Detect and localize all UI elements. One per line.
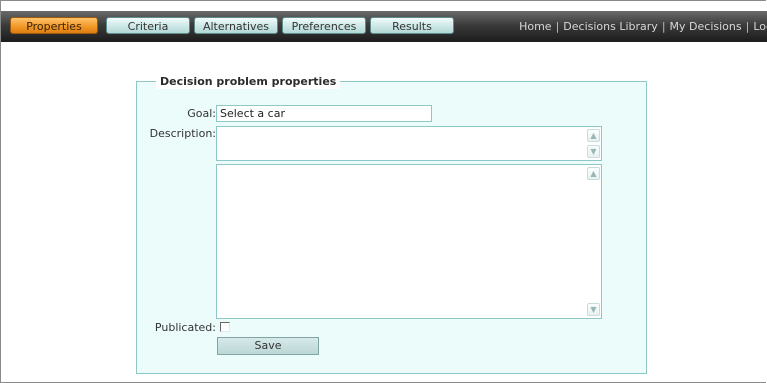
scroll-up-icon[interactable]: ▲	[587, 129, 600, 142]
link-separator: |	[555, 20, 560, 33]
description-label: Description:	[149, 127, 216, 140]
fieldset-legend: Decision problem properties	[156, 75, 341, 89]
top-navbar: Properties Criteria Alternatives Prefere…	[1, 11, 767, 42]
link-my-decisions[interactable]: My Decisions	[670, 20, 742, 33]
link-decisions-library[interactable]: Decisions Library	[563, 20, 658, 33]
link-logout[interactable]: Logout	[753, 20, 767, 33]
publicated-checkbox[interactable]	[220, 322, 230, 332]
description-textarea[interactable]: ▲ ▼	[216, 126, 602, 161]
details-textarea[interactable]: ▲ ▼	[216, 164, 602, 319]
scroll-down-icon[interactable]: ▼	[587, 145, 600, 158]
link-separator: |	[745, 20, 750, 33]
description-scrollbar[interactable]: ▲ ▼	[586, 127, 601, 160]
goal-input[interactable]	[216, 105, 432, 122]
scroll-down-icon[interactable]: ▼	[587, 303, 600, 316]
goal-label: Goal:	[187, 107, 216, 120]
details-scrollbar[interactable]: ▲ ▼	[586, 165, 601, 318]
tab-preferences[interactable]: Preferences	[282, 17, 366, 34]
tab-alternatives[interactable]: Alternatives	[194, 17, 278, 34]
scroll-up-icon[interactable]: ▲	[587, 167, 600, 180]
link-home[interactable]: Home	[519, 20, 551, 33]
save-button[interactable]: Save	[217, 337, 319, 355]
tab-properties[interactable]: Properties	[10, 17, 98, 34]
tab-criteria[interactable]: Criteria	[106, 17, 190, 34]
publicated-label: Publicated:	[154, 321, 216, 334]
tab-results[interactable]: Results	[370, 17, 454, 34]
top-links: Home|Decisions Library|My Decisions|Logo…	[519, 11, 767, 42]
link-separator: |	[661, 20, 666, 33]
